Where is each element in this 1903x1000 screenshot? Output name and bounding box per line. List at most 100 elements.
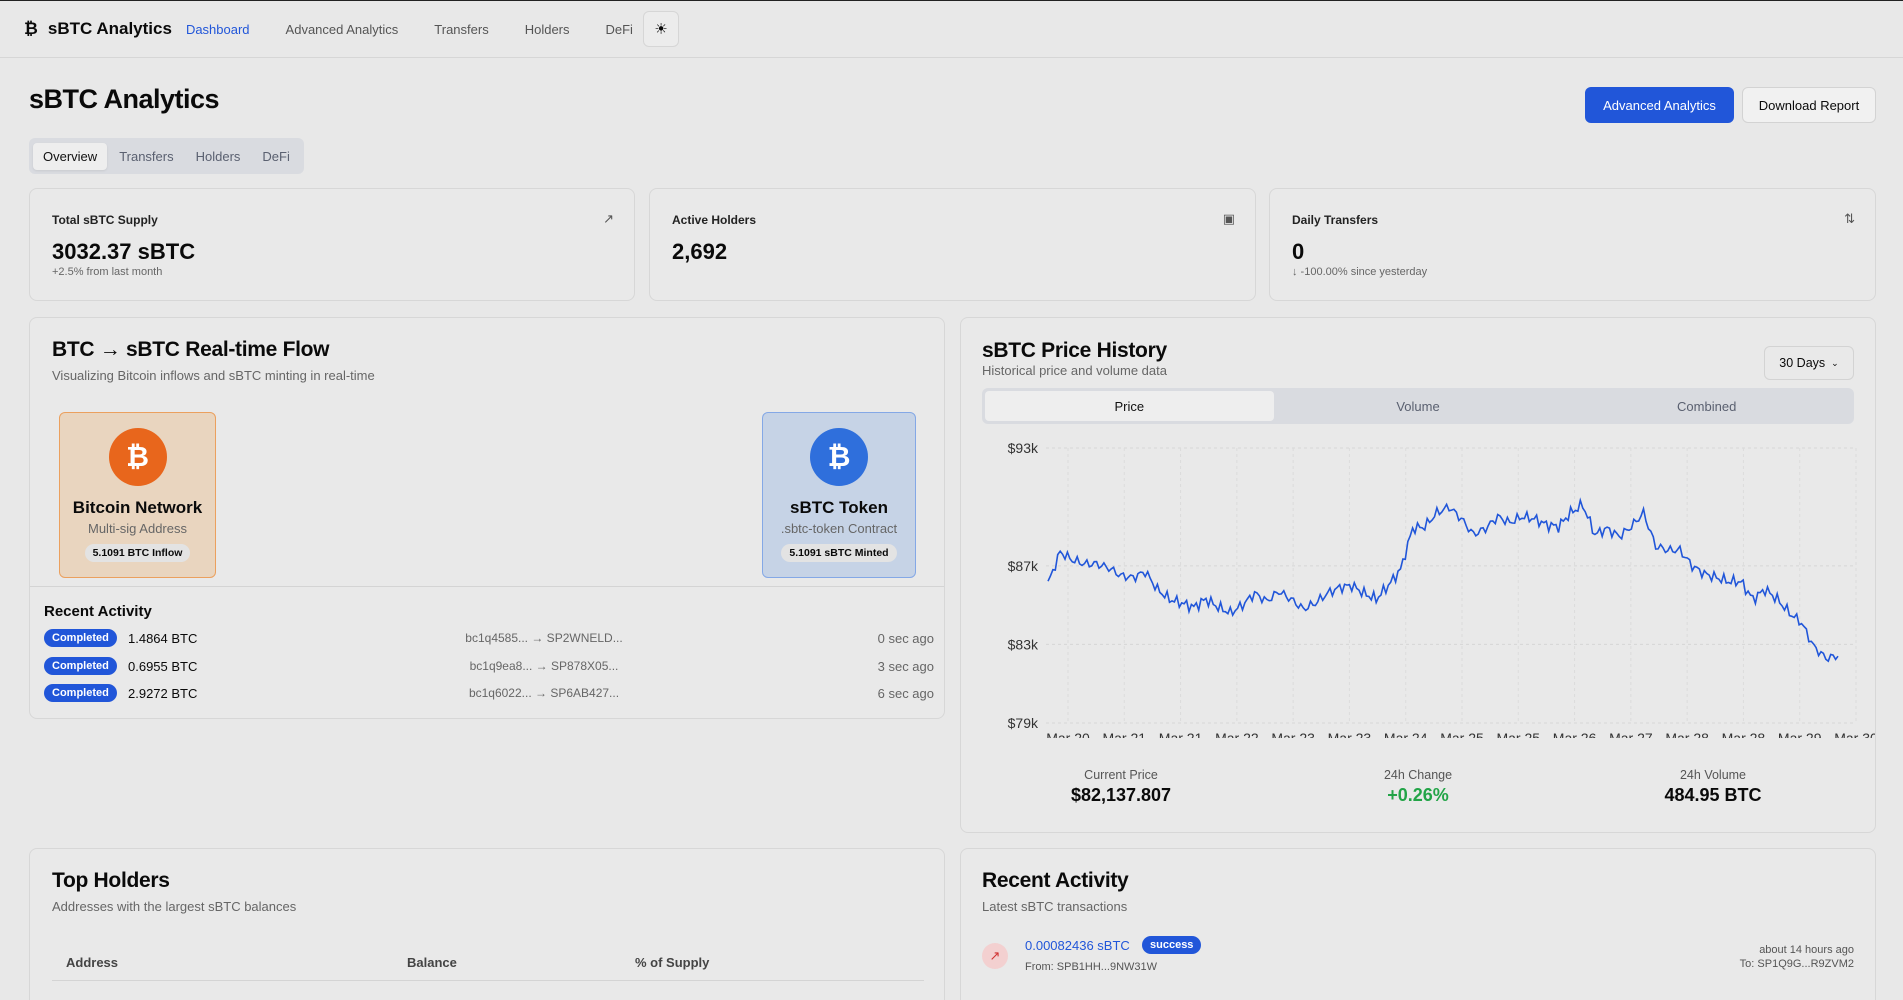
node-name: Bitcoin Network: [72, 498, 203, 517]
column-balance[interactable]: Balance: [407, 955, 457, 970]
transaction-to: To: SP1Q9G...R9ZVM2: [1739, 958, 1854, 970]
bitcoin-icon: ₿: [108, 428, 167, 486]
column-address[interactable]: Address: [66, 955, 118, 970]
stat-value: 3032.37 sBTC: [52, 239, 196, 264]
sun-icon: ☀: [654, 21, 668, 38]
x-tick-label: Mar 21: [1159, 730, 1203, 738]
price-title: sBTC Price History: [982, 339, 1167, 362]
section-tabs: Overview Transfers Holders DeFi: [29, 138, 304, 174]
nav-defi[interactable]: DeFi: [606, 22, 633, 37]
chevron-down-icon: ⌄: [1831, 357, 1839, 368]
holders-title: Top Holders: [52, 869, 170, 892]
x-tick-label: Mar 24: [1384, 730, 1428, 738]
recent-subtitle: Latest sBTC transactions: [982, 899, 1128, 914]
activity-amount: 0.6955 BTC: [128, 659, 198, 674]
range-select[interactable]: 30 Days ⌄: [1764, 346, 1854, 380]
recent-activity-heading: Recent Activity: [44, 603, 152, 620]
wallet-icon: ▣: [1222, 211, 1235, 226]
bitcoin-icon: ₿: [24, 19, 38, 38]
column-percent[interactable]: % of Supply: [635, 955, 709, 970]
activity-route[interactable]: bc1q4585... → SP2WNELD...: [444, 631, 644, 645]
stat-label: 24h Change: [1383, 768, 1453, 782]
stat-value: $82,137.807: [1070, 785, 1172, 805]
stat-label: Current Price: [1084, 768, 1158, 782]
chart-tabs: Price Volume Combined: [982, 388, 1854, 424]
nav-dashboard[interactable]: Dashboard: [186, 22, 250, 37]
activity-amount: 1.4864 BTC: [128, 631, 198, 646]
brand[interactable]: ₿ sBTC Analytics: [24, 19, 172, 39]
download-report-button[interactable]: Download Report: [1742, 87, 1876, 123]
advanced-analytics-button[interactable]: Advanced Analytics: [1585, 87, 1734, 123]
status-badge: Completed: [44, 629, 117, 647]
tab-combined[interactable]: Combined: [1562, 391, 1851, 421]
activity-row: Completed 0.6955 BTC bc1q9ea8... → SP878…: [44, 657, 934, 677]
inflow-pill: 5.1091 BTC Inflow: [84, 544, 191, 562]
status-badge: success: [1142, 936, 1202, 954]
x-tick-label: Mar 25: [1496, 730, 1540, 738]
activity-time: 0 sec ago: [877, 631, 934, 646]
price-series-line: [1047, 497, 1839, 663]
tab-holders[interactable]: Holders: [186, 143, 251, 170]
x-tick-label: Mar 28: [1665, 730, 1709, 738]
activity-amount: 2.9272 BTC: [128, 686, 198, 701]
activity-time: 6 sec ago: [877, 686, 934, 701]
x-tick-label: Mar 28: [1722, 730, 1766, 738]
y-tick-label: $83k: [1008, 636, 1039, 652]
node-name: sBTC Token: [790, 498, 888, 517]
activity-route[interactable]: bc1q6022... → SP6AB427...: [444, 686, 644, 700]
table-divider: [52, 980, 924, 981]
stat-sub: ↓ -100.00% since yesterday: [1292, 266, 1428, 278]
theme-toggle-button[interactable]: ☀: [642, 11, 679, 47]
tab-overview[interactable]: Overview: [33, 142, 108, 170]
node-desc: Multi-sig Address: [88, 521, 187, 536]
flow-card: BTC → sBTC Real-time Flow Visualizing Bi…: [29, 317, 945, 719]
y-tick-label: $93k: [1008, 440, 1039, 456]
current-price-stat: Current Price $82,137.807: [1041, 768, 1201, 806]
holders-subtitle: Addresses with the largest sBTC balances: [52, 899, 297, 914]
stat-label: Daily Transfers: [1292, 213, 1379, 227]
x-tick-label: Mar 23: [1328, 730, 1372, 738]
stat-card-supply: Total sBTC Supply ↗ 3032.37 sBTC +2.5% f…: [29, 188, 635, 301]
brand-name: sBTC Analytics: [47, 19, 172, 38]
price-chart: $93k $87k $83k $79k Mar 20 Mar 21 Mar 21 Mar 2…: [1008, 440, 1875, 738]
x-tick-label: Mar 30: [1834, 730, 1875, 738]
x-tick-label: Mar 26: [1553, 730, 1597, 738]
flow-subtitle: Visualizing Bitcoin inflows and sBTC min…: [52, 368, 375, 383]
tab-transfers[interactable]: Transfers: [109, 143, 183, 170]
x-tick-label: Mar 25: [1440, 730, 1484, 738]
nav-advanced-analytics[interactable]: Advanced Analytics: [286, 22, 399, 37]
stat-value: +0.26%: [1387, 785, 1449, 805]
x-tick-label: Mar 27: [1609, 730, 1653, 738]
transaction-amount[interactable]: 0.00082436 sBTC: [1025, 938, 1130, 953]
x-tick-label: Mar 23: [1271, 730, 1315, 738]
arrow-up-right-icon: ↗: [982, 943, 1008, 969]
holders-card: Top Holders Addresses with the largest s…: [29, 848, 945, 1000]
stat-value: 0: [1292, 239, 1305, 264]
activity-row: Completed 1.4864 BTC bc1q4585... → SP2WN…: [44, 629, 934, 649]
tab-volume[interactable]: Volume: [1274, 391, 1563, 421]
transaction-item[interactable]: ↗ 0.00082436 sBTC success From: SPB1HH..…: [982, 936, 1854, 976]
transaction-from: From: SPB1HH...9NW31W: [1025, 961, 1158, 973]
price-subtitle: Historical price and volume data: [982, 363, 1167, 378]
tab-defi[interactable]: DeFi: [252, 143, 299, 170]
nav-transfers[interactable]: Transfers: [434, 22, 488, 37]
transaction-time: about 14 hours ago: [1759, 944, 1854, 956]
bitcoin-network-node[interactable]: ₿ Bitcoin Network Multi-sig Address 5.10…: [59, 412, 216, 578]
sbtc-token-node[interactable]: ₿ sBTC Token .sbtc-token Contract 5.1091…: [762, 412, 916, 578]
page-title: sBTC Analytics: [29, 84, 220, 114]
flow-title: BTC → sBTC Real-time Flow: [52, 338, 330, 361]
stat-sub: +2.5% from last month: [52, 266, 163, 278]
sbtc-icon: ₿: [810, 428, 868, 486]
change-stat: 24h Change +0.26%: [1338, 768, 1498, 806]
tab-price[interactable]: Price: [985, 391, 1274, 421]
price-card: sBTC Price History Historical price and …: [960, 317, 1876, 833]
activity-time: 3 sec ago: [877, 659, 934, 674]
nav-holders[interactable]: Holders: [525, 22, 570, 37]
stat-label: Active Holders: [672, 213, 757, 227]
status-badge: Completed: [44, 657, 117, 675]
y-tick-label: $79k: [1008, 715, 1039, 731]
stat-label: 24h Volume: [1679, 768, 1747, 782]
stat-card-transfers: Daily Transfers ⇅ 0 ↓ -100.00% since yes…: [1269, 188, 1876, 301]
stat-card-holders: Active Holders ▣ 2,692: [649, 188, 1256, 301]
activity-route[interactable]: bc1q9ea8... → SP878X05...: [444, 659, 644, 673]
